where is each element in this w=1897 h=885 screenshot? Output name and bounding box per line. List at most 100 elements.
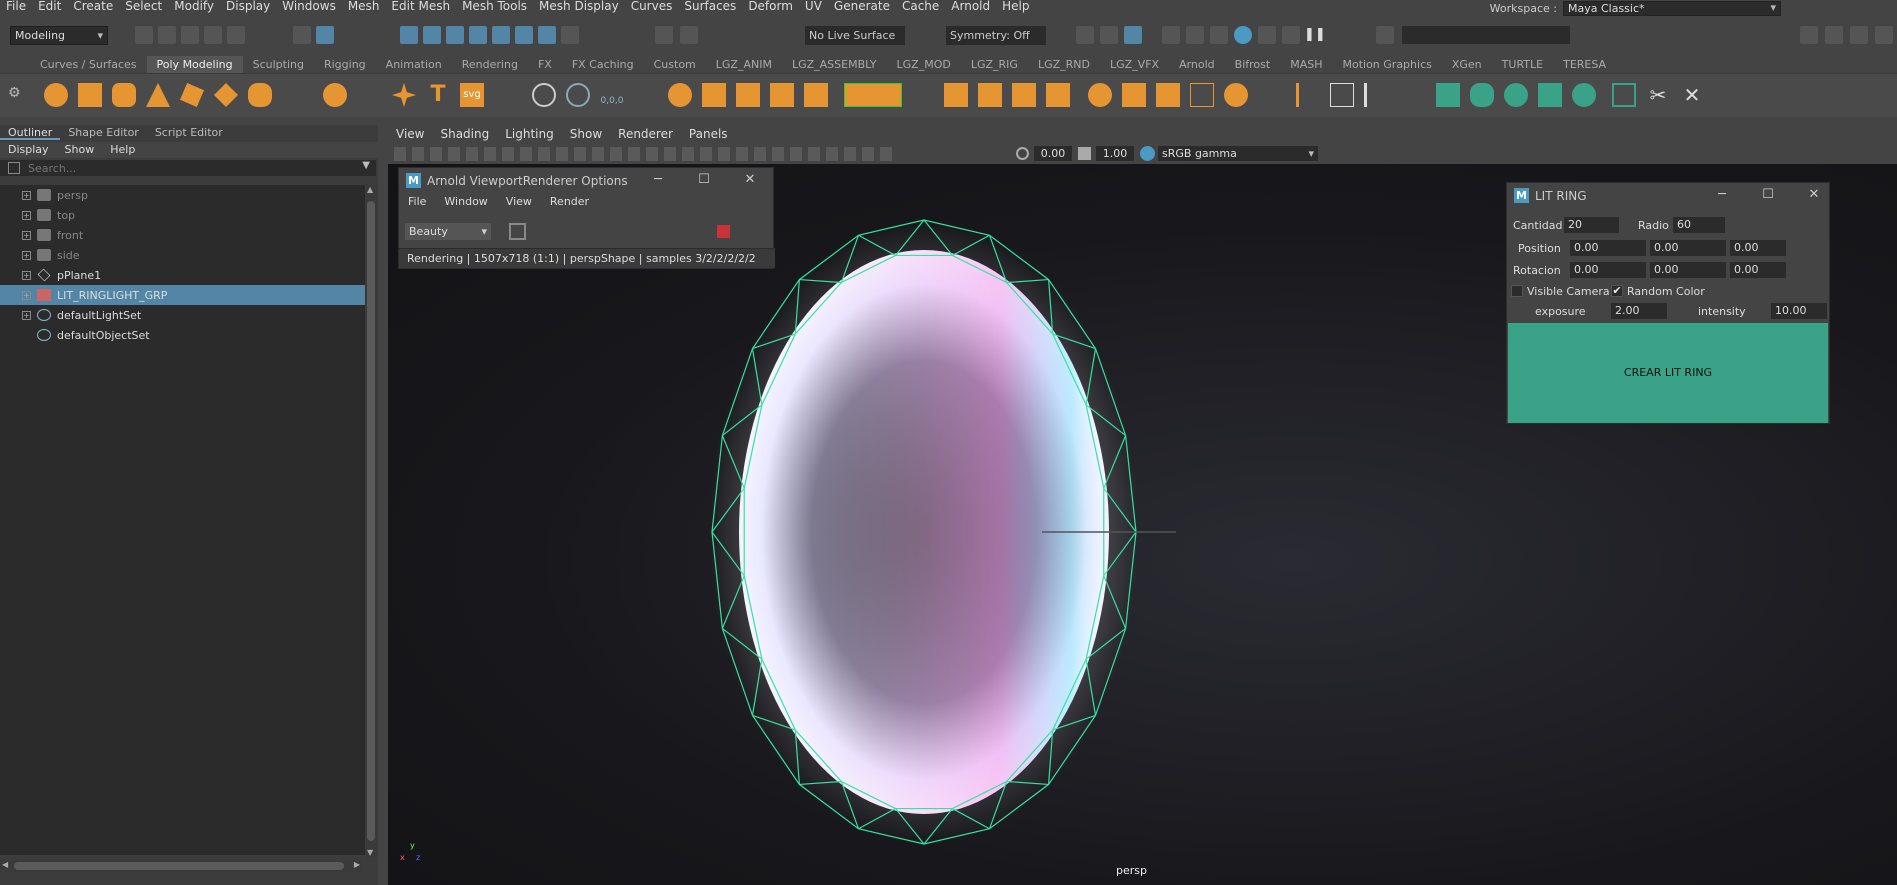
outliner-item[interactable]: + defaultLightSet [0,305,365,325]
command-type-icon[interactable] [1376,26,1394,44]
gamma-icon[interactable] [1078,147,1091,160]
snap-curve-icon[interactable] [423,26,441,44]
workspace-dropdown[interactable]: Maya Classic* [1563,0,1781,16]
viewport-menu-lighting[interactable]: Lighting [497,125,562,144]
menu-display[interactable]: Display [220,0,276,13]
poly-torus-icon[interactable] [180,83,204,107]
panel-tab-outliner[interactable]: Outliner [0,125,61,140]
cut-uv-icon[interactable]: ✂ [1646,83,1670,107]
cantidad-field[interactable]: 20 [1564,217,1619,233]
mirror-icon[interactable] [532,83,556,107]
svg-tool-icon[interactable]: svg [460,83,484,107]
stop-render-button[interactable] [717,225,730,238]
shelf-tab-motion-graphics[interactable]: Motion Graphics [1332,56,1441,73]
menu-arnold[interactable]: Arnold [945,0,996,13]
menu-file[interactable]: File [0,0,32,13]
render-view-icon[interactable] [1210,26,1228,44]
bridge-group-icon[interactable] [844,83,902,107]
menu-generate[interactable]: Generate [828,0,896,13]
arnold-menu-view[interactable]: View [497,194,541,210]
shelf-tab-animation[interactable]: Animation [376,56,452,73]
outliner-item[interactable]: + LIT_RINGLIGHT_GRP [0,285,365,305]
rotacion-x-field[interactable]: 0.00 [1570,262,1646,278]
outliner-item[interactable]: +defaultObjectSet [0,325,365,345]
merge-icon[interactable] [1156,83,1180,107]
outliner-search-input[interactable] [28,161,358,175]
maximize-icon[interactable]: ☐ [697,172,711,187]
outliner-item[interactable]: + persp [0,185,365,205]
minimize-icon[interactable]: ─ [1715,187,1729,202]
open-scene-icon[interactable] [158,26,176,44]
poly-sphere-icon[interactable] [44,83,68,107]
extrude-icon[interactable] [944,83,968,107]
combine-icon[interactable] [668,83,692,107]
shelf-tab-rendering[interactable]: Rendering [452,56,528,73]
spherical-uv-icon[interactable] [1504,83,1528,107]
append-polygon-icon[interactable] [1046,83,1070,107]
exposure-icon[interactable] [1016,147,1029,160]
channel-box-icon[interactable] [1875,26,1893,44]
command-line-input[interactable] [1402,26,1570,44]
poly-disc-icon[interactable] [248,83,272,107]
snap-surface-icon[interactable] [492,26,510,44]
fill-hole-icon[interactable] [1088,83,1112,107]
shelf-gear-icon[interactable]: ⚙ [8,86,22,110]
pause-icon[interactable]: ❚❚ [1304,26,1326,44]
live-surface-field[interactable]: No Live Surface [805,26,905,45]
outliner-vertical-scrollbar[interactable]: ▲ ▼ [365,185,377,857]
expand-icon[interactable]: + [22,230,31,240]
close-icon[interactable]: ✕ [743,172,757,187]
make-hole-icon[interactable] [1122,83,1146,107]
shelf-tab-poly-modeling[interactable]: Poly Modeling [146,56,243,73]
shelf-tab-lgz-vfx[interactable]: LGZ_VFX [1100,56,1169,73]
panel-tab-shape-editor[interactable]: Shape Editor [60,125,147,140]
expand-icon[interactable]: + [22,270,31,280]
intensity-field[interactable]: 10.00 [1771,303,1827,319]
outliner-menu-help[interactable]: Help [102,142,143,158]
gamma-field[interactable]: 1.00 [1096,146,1134,161]
aov-dropdown[interactable]: Beauty [405,223,491,240]
crear-lit-ring-button[interactable]: CREAR LIT RING [1508,323,1828,423]
collapse-icon[interactable] [1190,83,1214,107]
menu-curves[interactable]: Curves [625,0,679,13]
bridge-icon[interactable] [1012,83,1036,107]
tool-settings-icon[interactable] [1850,26,1868,44]
scroll-up-icon[interactable]: ▲ [367,185,373,194]
expand-icon[interactable]: + [22,210,31,220]
bevel-icon[interactable] [978,83,1002,107]
cylindrical-uv-icon[interactable] [1470,83,1494,107]
snap-vertex-icon[interactable] [515,26,533,44]
viewport-menu-panels[interactable]: Panels [681,125,736,144]
poly-cylinder-icon[interactable] [112,83,136,107]
super-shape-icon[interactable] [392,83,416,107]
snap-view-icon[interactable] [469,26,487,44]
outliner-horizontal-scrollbar[interactable]: ◀ ▶ [0,860,362,872]
smooth-icon[interactable] [770,83,794,107]
sew-uv-icon[interactable]: ✕ [1680,83,1704,107]
crop-region-icon[interactable] [509,223,526,240]
outliner-menu-show[interactable]: Show [57,142,103,158]
shelf-tab-lgz-rnd[interactable]: LGZ_RND [1028,56,1100,73]
type-tool-icon[interactable]: T [426,83,450,107]
boolean-icon[interactable] [804,83,828,107]
shelf-tab-custom[interactable]: Custom [644,56,706,73]
menu-set-dropdown[interactable]: Modeling [10,26,108,45]
render-frame-icon[interactable] [1100,26,1118,44]
arnold-light-icon[interactable] [1258,26,1276,44]
viewport-toolbar-icons[interactable] [394,147,894,161]
arnold-menu-window[interactable]: Window [435,194,496,210]
arnold-menu-render[interactable]: Render [541,194,598,210]
search-options-chevron-icon[interactable]: ▼ [362,160,370,171]
color-management-icon[interactable] [1140,146,1155,161]
lock-icon[interactable] [561,26,579,44]
menu-help[interactable]: Help [996,0,1035,13]
maximize-icon[interactable]: ☐ [1761,187,1775,202]
outliner-item[interactable]: + top [0,205,365,225]
platonic-solid-icon[interactable] [323,83,347,107]
menu-edit-mesh[interactable]: Edit Mesh [385,0,456,13]
ipr-render-icon[interactable] [1124,26,1142,44]
hypershade-icon[interactable] [1186,26,1204,44]
position-x-field[interactable]: 0.00 [1570,240,1646,256]
uv-layout-icon[interactable] [1612,83,1636,107]
attribute-editor-icon[interactable] [1825,26,1843,44]
